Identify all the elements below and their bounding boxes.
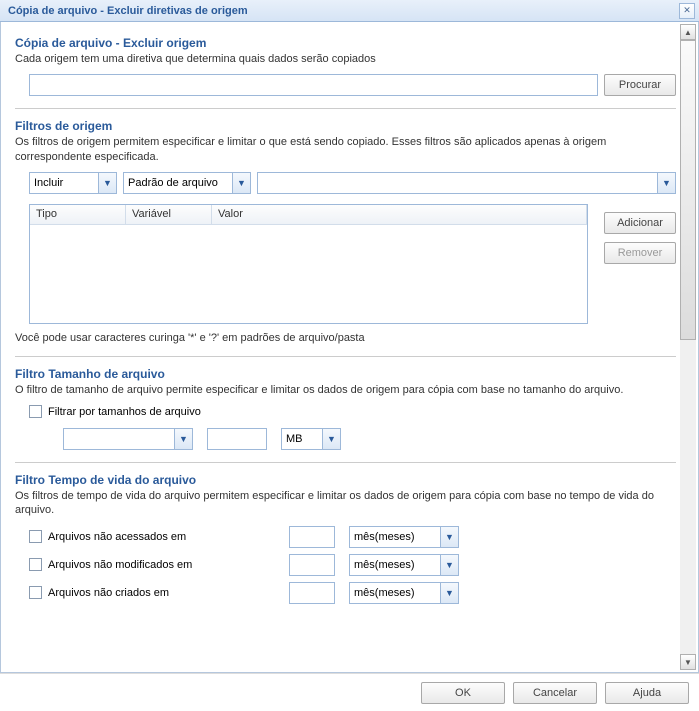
size-unit-value: MB: [282, 433, 322, 445]
titlebar: Cópia de arquivo - Excluir diretivas de …: [0, 0, 699, 22]
remove-button[interactable]: Remover: [604, 242, 676, 264]
created-checkbox[interactable]: [29, 586, 42, 599]
accessed-value-input[interactable]: [289, 526, 335, 548]
filter-pattern-value: Padrão de arquivo: [124, 177, 232, 189]
grid-header: Tipo Variável Valor: [30, 205, 587, 225]
modified-unit-combo[interactable]: mês(meses) ▼: [349, 554, 459, 576]
created-unit-combo[interactable]: mês(meses) ▼: [349, 582, 459, 604]
source-path-input[interactable]: [29, 74, 598, 96]
scroll-down-icon[interactable]: ▼: [680, 654, 696, 670]
col-tipo: Tipo: [30, 205, 126, 224]
browse-button[interactable]: Procurar: [604, 74, 676, 96]
section-lifetime-desc: Os filtros de tempo de vida do arquivo p…: [15, 489, 676, 518]
divider: [15, 108, 676, 109]
size-unit-combo[interactable]: MB ▼: [281, 428, 341, 450]
section-filters-title: Filtros de origem: [15, 119, 676, 133]
size-filter-checkbox[interactable]: [29, 405, 42, 418]
accessed-label: Arquivos não acessados em: [48, 531, 186, 543]
filter-type-value: Incluir: [30, 177, 98, 189]
close-icon[interactable]: ✕: [679, 3, 695, 19]
filters-grid[interactable]: Tipo Variável Valor: [29, 204, 588, 324]
section-size-title: Filtro Tamanho de arquivo: [15, 367, 676, 381]
chevron-down-icon[interactable]: ▼: [174, 429, 192, 449]
chevron-down-icon[interactable]: ▼: [440, 555, 458, 575]
divider: [15, 356, 676, 357]
modified-label: Arquivos não modificados em: [48, 559, 192, 571]
chevron-down-icon[interactable]: ▼: [98, 173, 116, 193]
help-button[interactable]: Ajuda: [605, 682, 689, 704]
accessed-checkbox[interactable]: [29, 530, 42, 543]
scroll-up-icon[interactable]: ▲: [680, 24, 696, 40]
col-variavel: Variável: [126, 205, 212, 224]
cancel-button[interactable]: Cancelar: [513, 682, 597, 704]
created-label: Arquivos não criados em: [48, 587, 169, 599]
modified-checkbox[interactable]: [29, 558, 42, 571]
divider: [15, 462, 676, 463]
chevron-down-icon[interactable]: ▼: [657, 173, 675, 193]
window-title: Cópia de arquivo - Excluir diretivas de …: [8, 5, 248, 17]
size-operator-combo[interactable]: ▼: [63, 428, 193, 450]
scroll-thumb[interactable]: [680, 40, 696, 340]
filter-pattern-combo[interactable]: Padrão de arquivo ▼: [123, 172, 251, 194]
size-value-input[interactable]: [207, 428, 267, 450]
dialog-buttons: OK Cancelar Ajuda: [0, 673, 699, 711]
chevron-down-icon[interactable]: ▼: [322, 429, 340, 449]
modified-value-input[interactable]: [289, 554, 335, 576]
section-filters-desc: Os filtros de origem permitem especifica…: [15, 135, 676, 164]
col-valor: Valor: [212, 205, 587, 224]
wildcard-hint: Você pode usar caracteres curinga '*' e …: [15, 332, 676, 344]
section-copy-title: Cópia de arquivo - Excluir origem: [15, 36, 676, 50]
section-size-desc: O filtro de tamanho de arquivo permite e…: [15, 383, 676, 397]
chevron-down-icon[interactable]: ▼: [440, 583, 458, 603]
vertical-scrollbar[interactable]: ▲ ▼: [680, 24, 696, 670]
ok-button[interactable]: OK: [421, 682, 505, 704]
section-copy-desc: Cada origem tem uma diretiva que determi…: [15, 52, 676, 66]
size-filter-label: Filtrar por tamanhos de arquivo: [48, 406, 201, 418]
add-button[interactable]: Adicionar: [604, 212, 676, 234]
chevron-down-icon[interactable]: ▼: [440, 527, 458, 547]
chevron-down-icon[interactable]: ▼: [232, 173, 250, 193]
filter-value-combo[interactable]: ▼: [257, 172, 676, 194]
filter-type-combo[interactable]: Incluir ▼: [29, 172, 117, 194]
scroll-content: Cópia de arquivo - Excluir origem Cada o…: [3, 24, 680, 670]
created-value-input[interactable]: [289, 582, 335, 604]
section-lifetime-title: Filtro Tempo de vida do arquivo: [15, 473, 676, 487]
accessed-unit-combo[interactable]: mês(meses) ▼: [349, 526, 459, 548]
content-frame: Cópia de arquivo - Excluir origem Cada o…: [0, 22, 699, 673]
